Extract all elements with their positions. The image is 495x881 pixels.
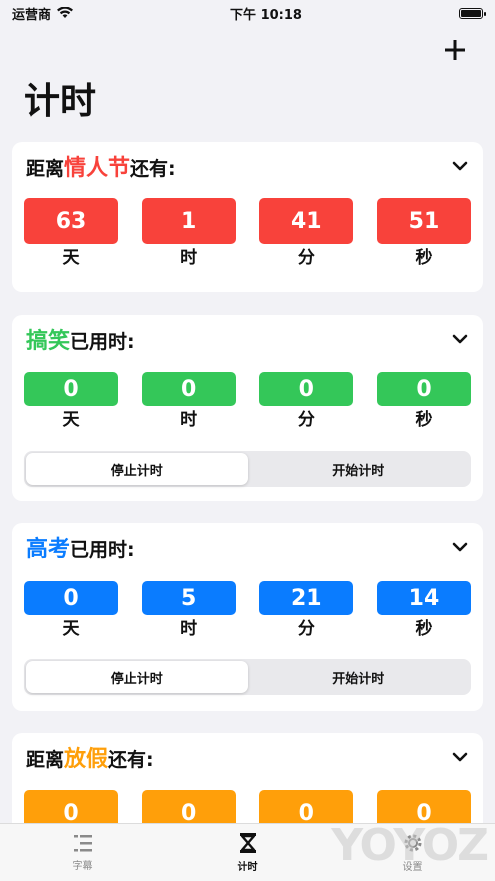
seconds-value: 14 — [376, 581, 471, 615]
seconds-value: 51 — [376, 198, 471, 244]
add-button[interactable] — [441, 36, 469, 64]
stop-timer-button[interactable]: 停止计时 — [26, 661, 248, 693]
minutes-value: 21 — [259, 581, 354, 615]
hourglass-icon — [239, 833, 256, 853]
elapsed-minutes: 21 分 — [259, 581, 354, 639]
minutes-label: 分 — [297, 410, 315, 430]
status-bar: 运营商 下午 10:18 — [0, 0, 495, 26]
timer-card-funny: 搞笑 已用时: 0 天 0 时 0 分 0 秒 停止计时 开始计时 — [12, 315, 483, 501]
hours-value: 0 — [141, 372, 236, 406]
seconds-label: 秒 — [415, 619, 433, 639]
elapsed-minutes: 0 分 — [259, 372, 354, 430]
days-value: 0 — [24, 581, 118, 615]
tab-label: 计时 — [237, 862, 258, 873]
chevron-down-icon[interactable] — [451, 330, 469, 348]
carrier-label: 运营商 — [12, 7, 52, 23]
chevron-down-icon[interactable] — [451, 538, 469, 556]
hours-label: 时 — [180, 619, 198, 639]
seconds-label: 秒 — [415, 248, 433, 268]
card-title-suffix: 已用时: — [70, 539, 135, 561]
days-label: 天 — [62, 410, 80, 430]
plus-icon — [445, 40, 465, 60]
days-label: 天 — [62, 248, 80, 268]
hours-label: 时 — [180, 410, 198, 430]
card-title: 距离 放假 还有: — [26, 741, 154, 773]
seconds-label: 秒 — [415, 410, 433, 430]
card-title-prefix: 距离 — [26, 749, 65, 771]
card-title: 高考 已用时: — [26, 531, 135, 563]
seconds-value: 0 — [376, 372, 471, 406]
tab-timer[interactable]: 计时 — [165, 824, 330, 881]
card-title-name: 搞笑 — [26, 329, 71, 354]
hours-value: 1 — [141, 198, 236, 244]
elapsed-hours: 0 时 — [141, 372, 236, 430]
start-timer-button[interactable]: 开始计时 — [248, 453, 470, 485]
timer-control-segment: 停止计时 开始计时 — [24, 659, 471, 695]
countdown-minutes: 41 分 — [259, 198, 354, 268]
start-timer-button[interactable]: 开始计时 — [248, 661, 470, 693]
timer-control-segment: 停止计时 开始计时 — [24, 451, 471, 487]
minutes-value: 0 — [259, 372, 354, 406]
card-title-suffix: 还有: — [130, 158, 176, 180]
page-title: 计时 — [24, 81, 97, 122]
hours-value: 5 — [141, 581, 236, 615]
elapsed-days: 0 天 — [24, 581, 118, 639]
minutes-label: 分 — [297, 248, 315, 268]
days-value: 0 — [24, 372, 118, 406]
battery-icon — [459, 7, 486, 19]
card-title-name: 放假 — [64, 747, 109, 772]
card-title-name: 情人节 — [64, 156, 131, 181]
card-title: 距离 情人节 还有: — [26, 150, 176, 182]
minutes-value: 41 — [259, 198, 354, 244]
tab-subtitles[interactable]: 字幕 — [0, 824, 165, 881]
countdown-seconds: 51 秒 — [376, 198, 471, 268]
elapsed-seconds: 14 秒 — [376, 581, 471, 639]
elapsed-seconds: 0 秒 — [376, 372, 471, 430]
elapsed-days: 0 天 — [24, 372, 118, 430]
card-title-prefix: 距离 — [26, 158, 65, 180]
days-value: 63 — [24, 198, 118, 244]
countdown-hours: 1 时 — [141, 198, 236, 268]
list-icon — [73, 835, 92, 852]
wifi-icon — [57, 6, 74, 19]
days-label: 天 — [62, 619, 80, 639]
card-title: 搞笑 已用时: — [26, 323, 135, 355]
clock: 下午 10:18 — [230, 7, 302, 23]
chevron-down-icon[interactable] — [451, 157, 469, 175]
card-title-suffix: 已用时: — [70, 331, 135, 353]
hours-label: 时 — [180, 248, 198, 268]
elapsed-hours: 5 时 — [141, 581, 236, 639]
minutes-label: 分 — [297, 619, 315, 639]
chevron-down-icon[interactable] — [451, 748, 469, 766]
watermark-logo: YOYOZ — [331, 820, 489, 871]
tab-label: 字幕 — [72, 861, 93, 872]
card-title-suffix: 还有: — [108, 749, 154, 771]
timer-card-valentines: 距离 情人节 还有: 63 天 1 时 41 分 51 秒 — [12, 142, 483, 292]
countdown-days: 63 天 — [24, 198, 118, 268]
timer-card-exam: 高考 已用时: 0 天 5 时 21 分 14 秒 停止计时 开始计时 — [12, 523, 483, 711]
card-title-name: 高考 — [26, 537, 71, 562]
stop-timer-button[interactable]: 停止计时 — [26, 453, 248, 485]
